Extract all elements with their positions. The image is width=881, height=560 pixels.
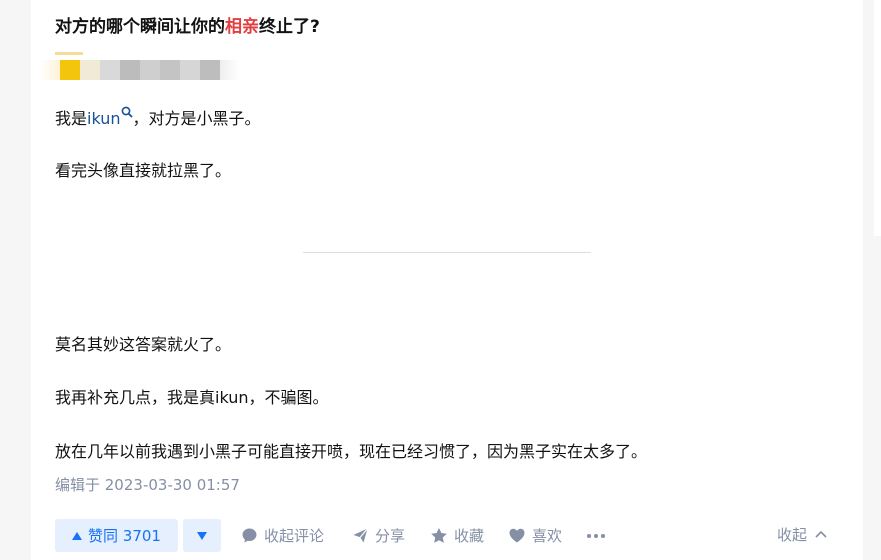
share-label: 分享: [375, 527, 406, 545]
answer-paragraph-3: 莫名其妙这答案就火了。: [55, 335, 232, 354]
comments-label: 收起评论: [264, 527, 325, 545]
question-title-highlight[interactable]: 相亲: [225, 17, 259, 37]
upvote-icon: [72, 531, 83, 540]
action-bar: 赞同 3701 收起评论 分享 收藏 喜欢 收起: [55, 519, 845, 552]
keyword-link-ikun[interactable]: ikun: [87, 109, 121, 128]
star-icon: [431, 528, 447, 543]
heart-icon: [509, 528, 525, 543]
side-panel: [874, 0, 881, 236]
downvote-button[interactable]: [183, 519, 221, 552]
upvote-label: 赞同 3701: [88, 527, 161, 545]
comment-icon: [242, 528, 257, 543]
question-title[interactable]: 对方的哪个瞬间让你的相亲终止了?: [55, 12, 320, 37]
collapse-label: 收起: [777, 525, 808, 544]
paragraph-text-end: ，对方是小黑子。: [132, 109, 261, 128]
chevron-up-icon: [815, 530, 827, 538]
question-title-text-end: 终止了?: [259, 17, 320, 37]
divider: [303, 252, 591, 253]
answer-paragraph-1: 我是ikun ，对方是小黑子。: [55, 103, 261, 129]
question-title-text: 对方的哪个瞬间让你的: [55, 17, 225, 37]
more-icon: [587, 533, 591, 538]
author-badge: [55, 52, 83, 55]
collapse-answer-button[interactable]: 收起: [777, 519, 827, 549]
like-label: 喜欢: [532, 527, 563, 545]
author-info-blurred[interactable]: [40, 60, 240, 80]
share-icon: [353, 528, 368, 543]
share-button[interactable]: 分享: [352, 519, 405, 552]
collect-label: 收藏: [454, 527, 485, 545]
collect-button[interactable]: 收藏: [430, 519, 484, 552]
upvote-button[interactable]: 赞同 3701: [55, 519, 178, 552]
downvote-icon: [197, 531, 207, 540]
answer-paragraph-2: 看完头像直接就拉黑了。: [55, 161, 232, 180]
answer-paragraph-4: 我再补充几点，我是真ikun，不骗图。: [55, 388, 329, 407]
search-icon[interactable]: [121, 103, 133, 118]
answer-paragraph-5: 放在几年以前我遇到小黑子可能直接开喷，现在已经习惯了，因为黑子实在太多了。: [55, 442, 648, 461]
like-button[interactable]: 喜欢: [508, 519, 562, 552]
paragraph-text: 我是: [55, 109, 88, 128]
more-button[interactable]: [587, 519, 608, 552]
collapse-comments-button[interactable]: 收起评论: [241, 519, 324, 552]
edited-timestamp[interactable]: 编辑于 2023-03-30 01:57: [55, 474, 240, 495]
